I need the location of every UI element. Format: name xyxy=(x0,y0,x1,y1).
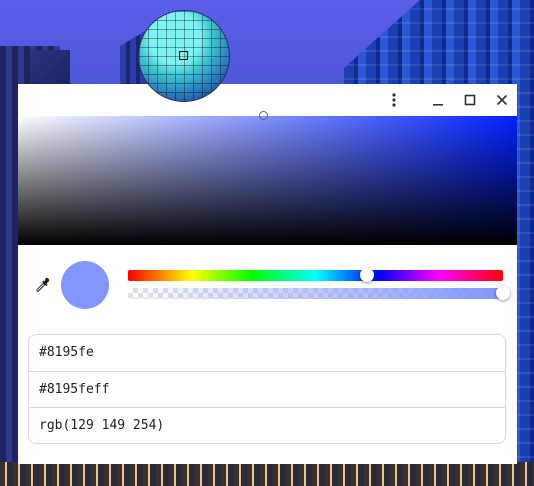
eyedropper-icon[interactable] xyxy=(32,276,52,296)
saturation-value-area[interactable] xyxy=(18,111,517,245)
hue-slider[interactable] xyxy=(128,268,503,282)
hue-slider-thumb[interactable] xyxy=(360,268,374,282)
minimize-icon[interactable] xyxy=(426,88,450,112)
close-icon[interactable] xyxy=(490,88,514,112)
hexa-format-field[interactable]: #8195feff xyxy=(29,372,505,408)
street-lights xyxy=(0,462,534,486)
hex-format-field[interactable]: #8195fe xyxy=(29,335,505,372)
rgb-format-field[interactable]: rgb(129 149 254) xyxy=(29,408,505,443)
color-format-list: #8195fe #8195feff rgb(129 149 254) xyxy=(28,334,506,444)
loupe-target-pixel xyxy=(179,51,188,60)
maximize-icon[interactable] xyxy=(458,88,482,112)
alpha-slider-thumb[interactable] xyxy=(496,286,510,300)
saturation-value-handle[interactable] xyxy=(259,111,268,120)
title-bar[interactable] xyxy=(18,84,517,116)
magnifier-loupe xyxy=(138,10,230,102)
more-vert-icon[interactable] xyxy=(382,88,406,112)
color-preview-swatch xyxy=(61,261,109,309)
color-picker-window: #8195fe #8195feff rgb(129 149 254) xyxy=(18,84,517,464)
alpha-slider[interactable] xyxy=(128,286,510,300)
